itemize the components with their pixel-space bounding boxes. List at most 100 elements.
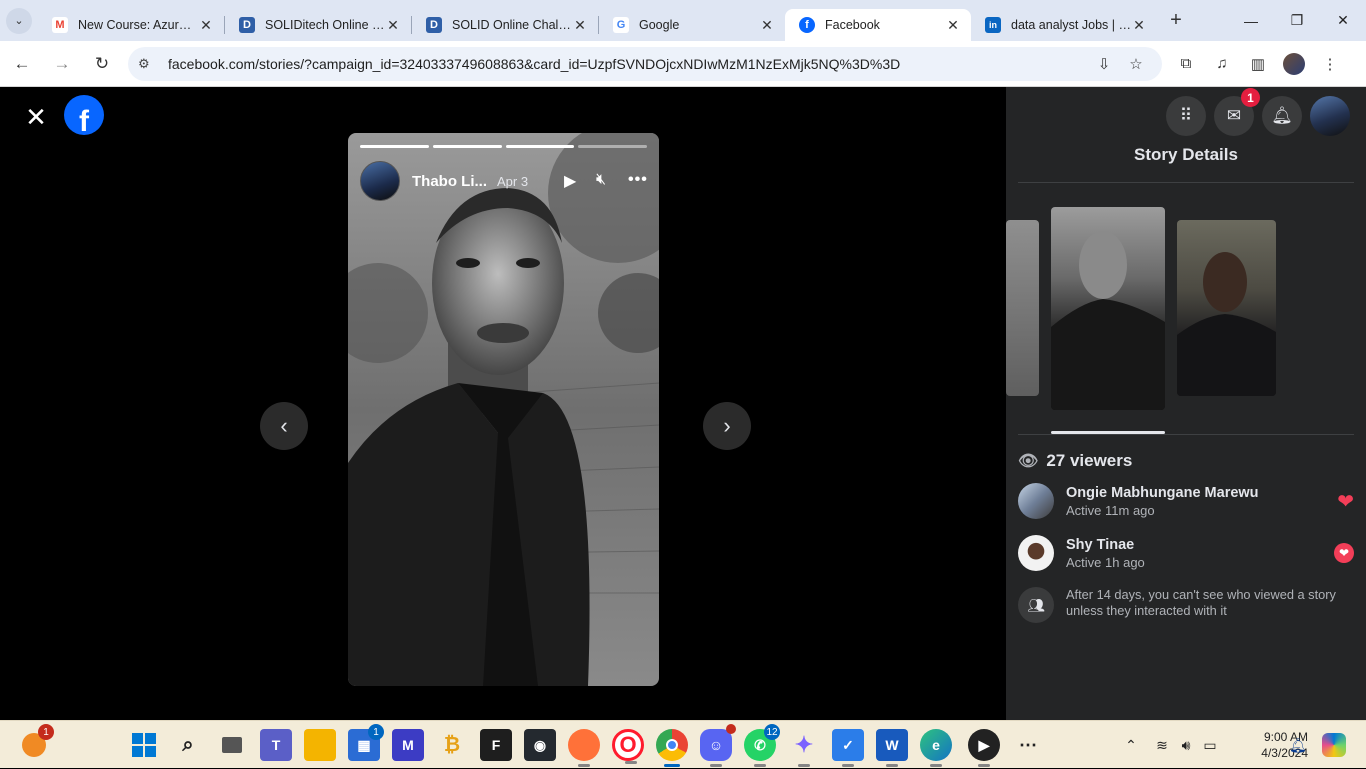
chrome-icon[interactable]: [656, 729, 688, 767]
tab-close-icon[interactable]: ✕: [945, 17, 961, 34]
discord-badge: [726, 724, 736, 734]
file-explorer-icon[interactable]: [304, 729, 336, 761]
discord-icon[interactable]: ☺: [700, 724, 736, 767]
tab-title: data analyst Jobs | Lin: [1011, 18, 1131, 32]
start-icon[interactable]: [128, 729, 160, 761]
viewer-name[interactable]: Shy Tinae: [1066, 537, 1334, 553]
story-progress-segment: [505, 145, 575, 148]
firefox-icon[interactable]: [568, 729, 600, 767]
word-icon[interactable]: W: [876, 729, 908, 767]
url-bar[interactable]: ⚙ facebook.com/stories/?campaign_id=3240…: [128, 46, 1162, 81]
mute-icon[interactable]: 🔇︎: [596, 171, 606, 189]
tab-soliditech[interactable]: D SOLIDitech Online JA ✕: [225, 9, 411, 41]
menu-grid-button[interactable]: ⠿: [1166, 96, 1206, 136]
tab-gmail[interactable]: M New Course: Azure M ✕: [38, 9, 224, 41]
thumbnail-photo: [1051, 231, 1165, 410]
media-control-icon[interactable]: ♫: [1204, 46, 1240, 82]
viewer-name[interactable]: Ongie Mabhungane Marewu: [1066, 485, 1337, 501]
todo-app-icon[interactable]: ✓: [832, 729, 864, 767]
battery-icon[interactable]: ▭: [1198, 737, 1222, 754]
tab-close-icon[interactable]: ✕: [385, 17, 401, 34]
forward-arrow-icon[interactable]: →: [44, 46, 80, 82]
story-author-avatar[interactable]: [360, 161, 400, 201]
messenger-button[interactable]: ✉ 1: [1214, 88, 1260, 136]
whatsapp-icon[interactable]: ✆ 12: [744, 724, 780, 767]
tab-facebook[interactable]: f Facebook ✕: [785, 9, 971, 41]
bitcoin-app-icon[interactable]: ₿: [436, 729, 468, 761]
story-thumbnail-current[interactable]: [1051, 207, 1165, 410]
story-thumbnail[interactable]: [1177, 220, 1276, 396]
thumbnail-photo: [1177, 252, 1276, 396]
volume-icon[interactable]: 🔊︎: [1174, 737, 1198, 754]
facebook-logo[interactable]: f: [64, 95, 104, 135]
media-player-icon[interactable]: ▶: [968, 729, 1000, 767]
side-panel-icon[interactable]: ▥: [1240, 46, 1276, 82]
edge-icon[interactable]: e: [920, 729, 952, 767]
restore-icon[interactable]: ❐: [1274, 0, 1320, 41]
viewer-row[interactable]: Ongie Mabhungane Marewu Active 11m ago ❤: [1018, 481, 1354, 521]
tab-google[interactable]: G Google ✕: [599, 9, 785, 41]
tab-title: Google: [639, 18, 680, 32]
bookmark-star-icon[interactable]: ☆: [1120, 55, 1152, 73]
close-window-icon[interactable]: ✕: [1320, 0, 1366, 41]
tab-search-button[interactable]: ⌄: [0, 0, 38, 41]
minimize-icon[interactable]: —: [1228, 0, 1274, 41]
messenger-badge: 1: [1241, 88, 1260, 107]
tab-title: Facebook: [825, 18, 880, 32]
install-app-icon[interactable]: ⇩: [1088, 55, 1120, 73]
site-info-icon[interactable]: ⚙: [138, 56, 160, 72]
tab-linkedin[interactable]: in data analyst Jobs | Lin ✕: [971, 9, 1157, 41]
store-icon[interactable]: ▦ 1: [348, 724, 384, 761]
viewer-avatar[interactable]: [1018, 483, 1054, 519]
back-arrow-icon[interactable]: ←: [4, 46, 40, 82]
github-icon[interactable]: ◉: [524, 729, 556, 761]
bell-icon: 🔔︎: [1271, 106, 1293, 125]
story-card[interactable]: Thabo Li... Apr 3 ▶ 🔇︎ •••: [348, 133, 659, 686]
notification-bell-icon[interactable]: 🔔︎: [1289, 721, 1307, 769]
eye-icon: 👁︎: [1018, 453, 1039, 470]
more-apps-icon[interactable]: ⋯: [1012, 729, 1044, 761]
windows-taskbar: 1 ⌕ T ▦ 1 M ₿ F ◉ O ☺ ✆ 12 ✦ ✓ W e ▶ ⋯ ⌃ ≋…: [0, 720, 1366, 768]
story-thumbnail[interactable]: [1006, 220, 1039, 396]
story-progress-segment: [432, 145, 502, 148]
heart-reaction-icon: ❤: [1337, 490, 1354, 513]
next-story-button[interactable]: ›: [703, 402, 751, 450]
story-author-name[interactable]: Thabo Li...: [412, 173, 487, 190]
store-badge: 1: [368, 724, 384, 740]
opera-icon[interactable]: O: [612, 729, 644, 764]
panel-header-actions: ⠿ ✉ 1 🔔︎: [1166, 88, 1350, 136]
new-tab-button[interactable]: +: [1161, 0, 1191, 41]
divider: [1018, 182, 1354, 183]
profile-button[interactable]: [1276, 46, 1312, 82]
more-options-icon[interactable]: •••: [628, 171, 648, 189]
story-progress: [360, 145, 647, 148]
notifications-button[interactable]: 🔔︎: [1262, 96, 1302, 136]
extensions-icon[interactable]: ⧉: [1168, 46, 1204, 82]
url-text[interactable]: facebook.com/stories/?campaign_id=324033…: [168, 56, 1088, 72]
browser-menu-icon[interactable]: ⋮: [1312, 46, 1348, 82]
tab-close-icon[interactable]: ✕: [572, 17, 588, 34]
search-icon[interactable]: ⌕: [172, 729, 204, 761]
grid-icon: ⠿: [1179, 106, 1193, 125]
reload-icon[interactable]: ↻: [84, 46, 120, 82]
figma-icon[interactable]: F: [480, 729, 512, 761]
teams-icon[interactable]: T: [260, 729, 292, 761]
tab-close-icon[interactable]: ✕: [198, 17, 214, 34]
previous-story-button[interactable]: ‹: [260, 402, 308, 450]
account-avatar[interactable]: [1310, 96, 1350, 136]
play-icon[interactable]: ▶: [564, 171, 576, 191]
weather-icon[interactable]: 1: [18, 724, 54, 761]
copilot-icon[interactable]: [1322, 721, 1346, 769]
viewer-row[interactable]: Shy Tinae Active 1h ago ❤: [1018, 533, 1354, 573]
app-icon[interactable]: M: [392, 729, 424, 761]
viewers-count: 27 viewers: [1046, 451, 1133, 470]
chevron-up-icon[interactable]: ⌃: [1120, 737, 1142, 754]
copilot-sparkle-icon[interactable]: ✦: [788, 729, 820, 767]
tab-close-icon[interactable]: ✕: [1131, 17, 1147, 34]
viewer-avatar[interactable]: [1018, 535, 1054, 571]
tab-close-icon[interactable]: ✕: [759, 17, 775, 34]
tab-solid-challenge[interactable]: D SOLID Online Challen ✕: [412, 9, 598, 41]
wifi-icon[interactable]: ≋: [1150, 737, 1174, 754]
task-view-icon[interactable]: [216, 729, 248, 761]
close-story-icon[interactable]: ✕: [22, 103, 50, 131]
